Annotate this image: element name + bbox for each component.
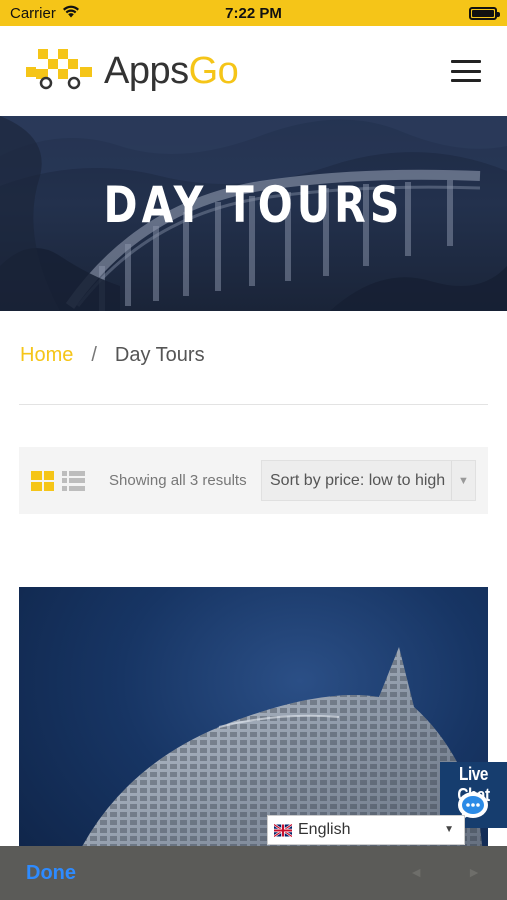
list-view-icon[interactable] bbox=[62, 470, 85, 491]
appsgo-logo[interactable]: AppsGo bbox=[24, 47, 239, 96]
taxi-car-icon bbox=[24, 47, 96, 96]
grid-view-icon[interactable] bbox=[31, 470, 54, 491]
next-field-arrow-icon[interactable]: ► bbox=[467, 864, 481, 880]
chevron-down-icon: ▼ bbox=[451, 461, 475, 500]
logo-text-go: Go bbox=[188, 49, 239, 92]
breadcrumb-separator: / bbox=[91, 344, 97, 366]
divider bbox=[19, 404, 488, 405]
field-navigation: ◄ ► bbox=[409, 864, 481, 880]
sort-selected-value: Sort by price: low to high bbox=[270, 471, 446, 489]
breadcrumb-current: Day Tours bbox=[114, 344, 205, 366]
page-title: DAY TOURS bbox=[103, 176, 404, 234]
logo-text-apps: Apps bbox=[104, 49, 189, 92]
breadcrumb: Home / Day Tours bbox=[20, 344, 205, 367]
battery-icon bbox=[469, 6, 500, 20]
result-count: Showing all 3 results bbox=[109, 472, 247, 489]
sort-dropdown[interactable]: Sort by price: low to high ▼ bbox=[261, 460, 476, 501]
shop-toolbar: Showing all 3 results Sort by price: low… bbox=[19, 447, 488, 514]
previous-field-arrow-icon[interactable]: ◄ bbox=[409, 864, 423, 880]
keyboard-accessory-bar: Done ◄ ► bbox=[0, 846, 507, 900]
carrier-label: Carrier bbox=[10, 4, 56, 22]
logo-text: AppsGo bbox=[104, 49, 239, 93]
breadcrumb-home-link[interactable]: Home bbox=[20, 344, 73, 367]
hero-banner: DAY TOURS bbox=[0, 116, 507, 311]
language-selector[interactable]: English ▼ bbox=[267, 815, 465, 845]
wifi-icon bbox=[62, 5, 80, 22]
status-bar: Carrier 7:22 PM bbox=[0, 0, 507, 26]
done-button[interactable]: Done bbox=[26, 862, 76, 885]
uk-flag-icon bbox=[274, 823, 292, 837]
menu-icon[interactable] bbox=[451, 60, 481, 82]
language-selected: English bbox=[298, 821, 351, 838]
status-left: Carrier bbox=[10, 5, 80, 22]
site-header: AppsGo bbox=[0, 26, 507, 116]
chevron-down-icon: ▼ bbox=[444, 824, 454, 835]
